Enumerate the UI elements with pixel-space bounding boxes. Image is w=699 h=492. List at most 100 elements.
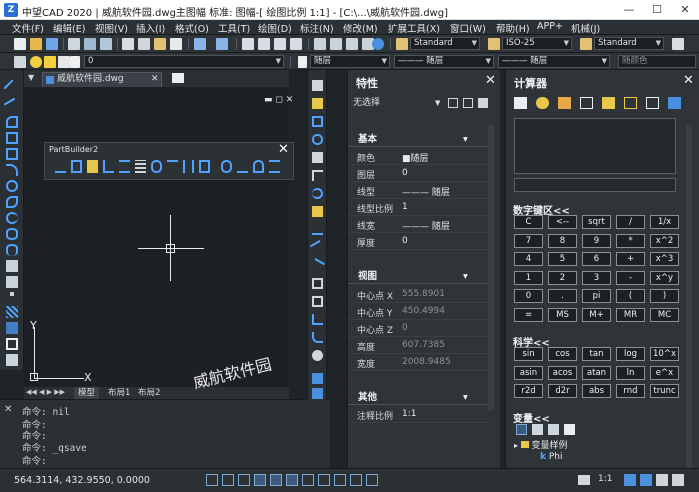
numpad-key[interactable]: M+ [582, 307, 611, 322]
grid-toggle-icon[interactable] [222, 474, 234, 486]
numpad-key[interactable]: 3 [582, 270, 611, 285]
offset-icon[interactable] [312, 134, 323, 145]
pb-nut-icon[interactable] [199, 160, 210, 173]
numpad-key[interactable]: / [616, 215, 645, 229]
dyn-input-toggle-icon[interactable] [318, 474, 330, 486]
variable-item[interactable]: k Phi [540, 452, 699, 466]
menu-view[interactable]: 视图(V) [95, 21, 128, 35]
var-delete-icon[interactable] [548, 424, 559, 435]
numpad-key[interactable]: pi [582, 289, 611, 303]
help-icon[interactable] [372, 38, 384, 50]
numpad-key[interactable]: 1 [514, 270, 543, 285]
tool-palette-icon[interactable] [346, 38, 358, 50]
pb-pulley-icon[interactable] [237, 160, 248, 173]
point-tool-icon[interactable] [10, 292, 14, 296]
annotation-scale[interactable]: 1:1 [598, 474, 612, 484]
scientific-key[interactable]: cos [548, 347, 577, 361]
selection-filter-select[interactable]: 无选择 ▼ [353, 97, 441, 110]
prop-row-thickness[interactable]: 厚度 0 [348, 233, 488, 250]
line-tool-icon[interactable] [3, 79, 21, 97]
numpad-key[interactable]: 7 [514, 233, 543, 248]
pb-chamfer-icon[interactable] [103, 160, 114, 173]
menu-mechanical[interactable]: 机械(J) [571, 21, 600, 35]
pb-hole-icon[interactable] [71, 160, 82, 173]
insert-block-icon[interactable] [6, 260, 18, 272]
document-tab-close-icon[interactable]: ✕ [151, 73, 159, 86]
paste-value-icon[interactable] [558, 97, 571, 109]
intersection-icon[interactable] [646, 97, 659, 109]
rectangle-tool-icon[interactable] [6, 148, 18, 160]
scientific-key[interactable]: sin [514, 347, 543, 361]
prop-row-annotation-scale[interactable]: 注释比例 1:1 [348, 406, 488, 423]
command-input[interactable]: 命令: [22, 453, 322, 467]
clear-history-icon[interactable] [536, 97, 549, 109]
array-icon[interactable] [312, 152, 323, 163]
annotation-visibility-icon[interactable] [578, 475, 590, 485]
menu-draw[interactable]: 绘图(D) [258, 21, 292, 35]
design-center-icon[interactable] [330, 38, 342, 50]
zoom-previous-icon[interactable] [290, 38, 302, 50]
scientific-key[interactable]: 10^x [650, 347, 679, 361]
scale-icon[interactable] [312, 206, 323, 217]
pb-groove-icon[interactable] [119, 160, 130, 173]
polar-toggle-icon[interactable] [254, 474, 266, 486]
hatch-tool-icon[interactable] [6, 306, 18, 318]
undo-icon[interactable] [194, 38, 206, 50]
ellipse-tool-icon[interactable] [6, 228, 18, 240]
lineweight-toggle-icon[interactable] [334, 474, 346, 486]
print-icon[interactable] [68, 38, 80, 50]
scientific-key[interactable]: abs [582, 384, 611, 398]
break-icon[interactable] [312, 278, 323, 289]
annotation-scale-icon[interactable] [624, 474, 636, 486]
dim-style-select[interactable]: ISO-25 ▼ [502, 37, 572, 50]
prop-row-linetype-scale[interactable]: 线型比例 1 [348, 199, 488, 216]
numpad-key[interactable]: 2 [548, 270, 577, 285]
layer-lock-icon[interactable] [58, 56, 70, 68]
variable-folder[interactable]: ▸ 变量样例 [514, 438, 684, 452]
ortho-toggle-icon[interactable] [238, 474, 250, 486]
menu-format[interactable]: 格式(O) [175, 21, 209, 35]
draworder-icon[interactable] [312, 373, 323, 384]
numpad-key[interactable]: 8 [548, 233, 577, 248]
publish-icon[interactable] [100, 38, 112, 50]
prop-row-linetype[interactable]: 线型 ——— 随层 [348, 182, 488, 199]
selection-cycling-icon[interactable] [366, 474, 378, 486]
tab-layout2[interactable]: 布局2 [134, 387, 164, 399]
draworder-back-icon[interactable] [312, 388, 323, 399]
osnap-toggle-icon[interactable] [270, 474, 282, 486]
menu-tools[interactable]: 工具(T) [218, 21, 250, 35]
scientific-key[interactable]: trunc [650, 384, 679, 398]
layer-select[interactable]: 0 ▼ [84, 55, 284, 68]
tab-menu-arrow-icon[interactable]: ▼ [28, 73, 34, 82]
var-new-icon[interactable] [516, 424, 527, 435]
numpad-key[interactable]: . [548, 289, 577, 303]
numpad-key[interactable]: ( [616, 289, 645, 303]
numpad-key[interactable]: = [514, 307, 543, 322]
pb-spring-icon[interactable] [269, 160, 280, 173]
gradient-tool-icon[interactable] [6, 322, 18, 334]
color-select[interactable]: 随层 ▼ [310, 55, 390, 68]
numpad-key[interactable]: 6 [582, 252, 611, 266]
numpad-key[interactable]: 0 [514, 289, 543, 303]
zoom-window-icon[interactable] [274, 38, 286, 50]
minimize-button[interactable]: — [615, 0, 643, 20]
pan-icon[interactable] [242, 38, 254, 50]
numpad-key[interactable]: + [616, 252, 645, 266]
calculator-close-button[interactable]: ✕ [683, 73, 694, 88]
properties-close-button[interactable]: ✕ [485, 73, 496, 88]
pb-thread-icon[interactable] [135, 160, 146, 173]
circle-tool-icon[interactable] [6, 180, 18, 192]
scientific-key[interactable]: d2r [548, 384, 577, 398]
mirror-icon[interactable] [312, 116, 323, 127]
copy-object-icon[interactable] [312, 98, 323, 109]
pb-sprocket-icon[interactable] [253, 160, 264, 173]
numpad-key[interactable]: sqrt [582, 215, 611, 229]
snap-toggle-icon[interactable] [206, 474, 218, 486]
scientific-key[interactable]: ln [616, 365, 645, 380]
layer-on-icon[interactable] [30, 56, 42, 68]
scientific-key[interactable]: rnd [616, 384, 645, 398]
pb-bearing-icon[interactable] [151, 160, 162, 173]
zoom-realtime-icon[interactable] [258, 38, 270, 50]
otrack-toggle-icon[interactable] [286, 474, 298, 486]
pb-gear-icon[interactable] [221, 160, 232, 173]
